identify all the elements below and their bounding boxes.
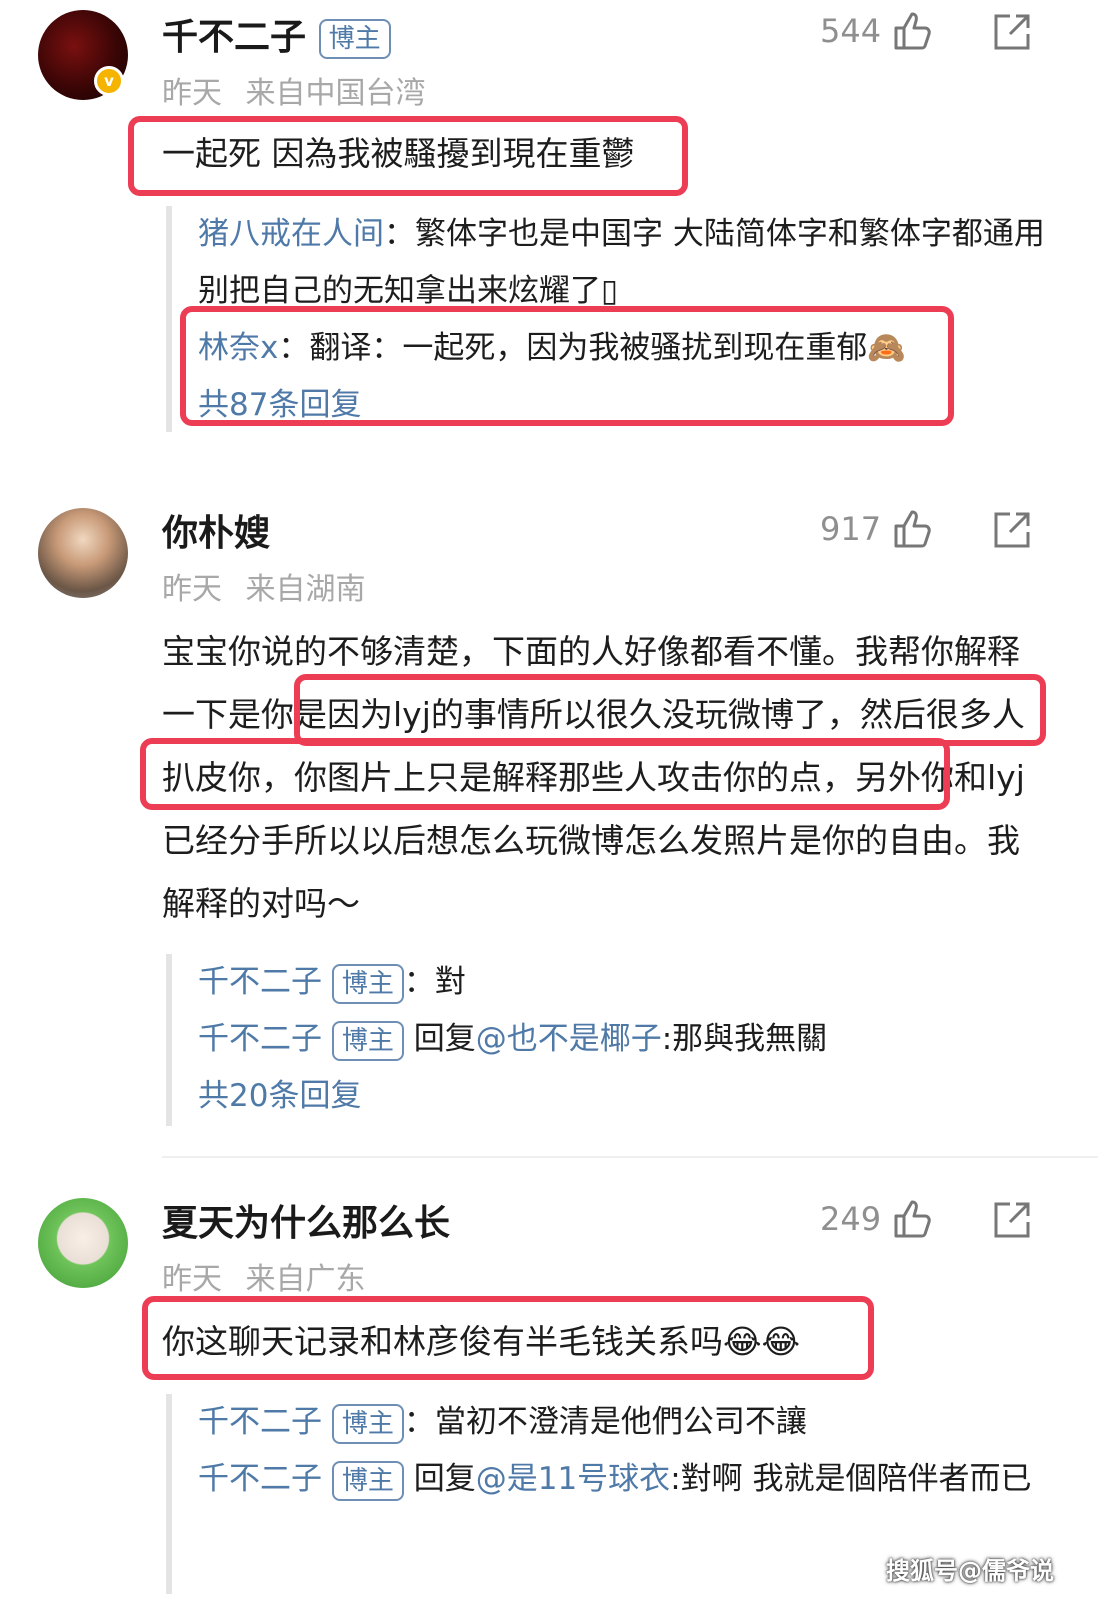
- comment-2: 你朴嫂 昨天 来自湖南 917 宝宝你说的不够清楚，下面的人好像都看不懂。我帮你…: [0, 500, 1098, 1160]
- comment-time: 昨天: [162, 76, 222, 111]
- reply-user[interactable]: 千不二子: [198, 964, 322, 1000]
- reply-thread: 千不二子 博主 ：對 千不二子 博主 回复@也不是椰子:那與我無關 共20条回复: [166, 954, 827, 1126]
- author-name[interactable]: 千不二子: [162, 17, 306, 58]
- like-count: 917: [820, 510, 882, 548]
- blogger-tag: 博主: [318, 19, 391, 59]
- reply-user[interactable]: 千不二子: [198, 1021, 322, 1057]
- highlight-box: [294, 674, 1046, 746]
- share-icon[interactable]: [990, 508, 1034, 552]
- blogger-tag: 博主: [331, 1020, 404, 1061]
- comment-location: 来自广东: [245, 1262, 366, 1297]
- divider: [162, 1156, 1098, 1158]
- like-count: 544: [820, 12, 882, 50]
- share-icon[interactable]: [990, 1198, 1034, 1242]
- reply-word: 回复: [413, 1461, 476, 1497]
- watermark: 搜狐号@儒爷说: [886, 1557, 1054, 1585]
- reply-text: :對啊 我就是個陪伴者而已: [670, 1461, 1032, 1497]
- comment-meta: 昨天 来自广东: [162, 1254, 366, 1298]
- blogger-tag: 博主: [331, 1403, 404, 1444]
- thumbs-up-icon[interactable]: [890, 506, 934, 550]
- avatar[interactable]: [38, 508, 128, 598]
- comment-3: 夏天为什么那么长 昨天 来自广东 249 你这聊天记录和林彦俊有半毛钱关系吗😂😂…: [0, 1190, 1098, 1600]
- author-name[interactable]: 夏天为什么那么长: [162, 1203, 450, 1244]
- thumbs-up-icon[interactable]: [890, 1196, 934, 1240]
- reply-item: 千不二子 博主 回复@也不是椰子:那與我無關: [198, 1011, 827, 1068]
- comment-author[interactable]: 你朴嫂: [162, 504, 270, 556]
- like-count: 249: [820, 1200, 882, 1238]
- comment-location: 来自湖南: [245, 572, 366, 607]
- comment-author[interactable]: 夏天为什么那么长: [162, 1194, 450, 1246]
- mention-link[interactable]: @也不是椰子: [476, 1021, 662, 1057]
- reply-item: 千不二子 博主 回复@是11号球衣:對啊 我就是個陪伴者而已: [198, 1451, 1048, 1508]
- reply-text: :那與我無關: [661, 1021, 828, 1057]
- verified-icon: v: [94, 66, 124, 96]
- reply-word: 回复: [413, 1021, 476, 1057]
- highlight-box: [140, 738, 950, 810]
- blogger-tag: 博主: [331, 1460, 404, 1501]
- comment-author[interactable]: 千不二子 博主: [162, 8, 391, 60]
- reply-user[interactable]: 千不二子: [198, 1461, 322, 1497]
- highlight-box: [128, 116, 688, 196]
- reply-item: 千不二子 博主 ：對: [198, 954, 827, 1011]
- reply-item: 猪八戒在人间：繁体字也是中国字 大陆简体字和繁体字都通用 别把自己的无知拿出来炫…: [198, 216, 1045, 309]
- comment-time: 昨天: [162, 1262, 222, 1297]
- highlight-box: [180, 306, 954, 426]
- comment-meta: 昨天 来自中国台湾: [162, 68, 426, 112]
- reply-text: 當初不澄清是他們公司不讓: [434, 1404, 807, 1440]
- blogger-tag: 博主: [331, 963, 404, 1004]
- reply-user[interactable]: 千不二子: [198, 1404, 322, 1440]
- reply-user[interactable]: 猪八戒在人间: [198, 216, 384, 252]
- author-name[interactable]: 你朴嫂: [162, 513, 270, 554]
- share-icon[interactable]: [990, 10, 1034, 54]
- reply-text: 對: [434, 964, 466, 1000]
- avatar[interactable]: [38, 1198, 128, 1288]
- mention-link[interactable]: @是11号球衣: [476, 1461, 670, 1497]
- more-replies-link[interactable]: 共20条回复: [198, 1068, 827, 1125]
- thumbs-up-icon[interactable]: [890, 8, 934, 52]
- comment-meta: 昨天 来自湖南: [162, 564, 366, 608]
- comment-time: 昨天: [162, 572, 222, 607]
- comment-location: 来自中国台湾: [245, 76, 426, 111]
- highlight-box: [142, 1296, 874, 1380]
- reply-item: 千不二子 博主 ：當初不澄清是他們公司不讓: [198, 1394, 1048, 1451]
